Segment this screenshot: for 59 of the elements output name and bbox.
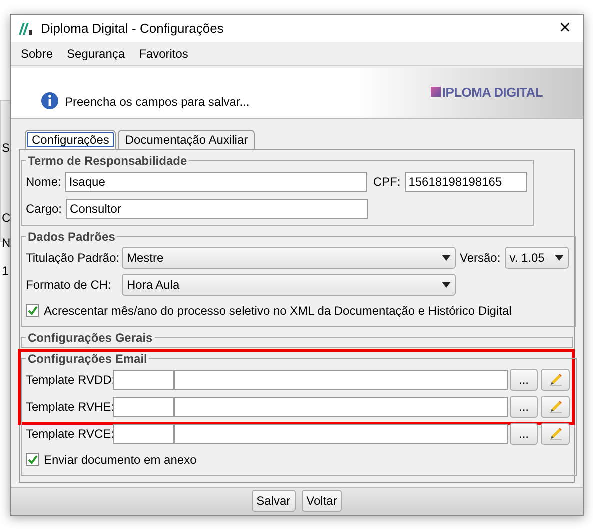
degree-dropdown[interactable]: Mestre — [122, 246, 456, 269]
pencil-icon — [548, 372, 562, 387]
checkbox-label: Enviar documento em anexo — [44, 452, 197, 467]
browse-button[interactable]: ... — [510, 422, 538, 445]
close-button[interactable]: × — [553, 17, 577, 40]
action-button[interactable]: Salvar — [252, 490, 296, 512]
info-message: Preencha os campos para salvar... — [65, 94, 251, 110]
background-text: 1 — [2, 264, 9, 278]
cpf-field[interactable]: 15618198198165 — [404, 172, 527, 192]
template-path-field[interactable] — [174, 370, 508, 390]
field-label: Titulação Padrão: — [26, 250, 118, 265]
caret-icon — [442, 254, 451, 261]
template-code-field[interactable] — [113, 424, 174, 444]
checkbox[interactable] — [26, 304, 39, 318]
edit-button[interactable] — [541, 422, 570, 445]
checkbox-label: Acrescentar mês/ano do processo seletivo no XML da Documentação e Histórico Digital — [44, 304, 512, 318]
field-label: Versão: — [460, 250, 501, 265]
field-label: Template RVCE: — [26, 426, 113, 441]
info-icon — [41, 92, 59, 110]
version-dropdown[interactable]: v. 1.05 — [504, 246, 569, 269]
window-title: Diploma Digital - Configurações — [41, 21, 225, 36]
group-title: Configurações Email — [27, 352, 148, 366]
tab[interactable]: Documentação Auxiliar — [118, 130, 256, 149]
field-label: Template RVHE: — [26, 400, 113, 414]
pencil-icon — [548, 400, 562, 414]
browse-button[interactable]: ... — [510, 368, 538, 391]
template-code-field[interactable] — [113, 396, 174, 417]
background-text: C — [2, 211, 11, 225]
menu-item[interactable]: Segurança — [67, 44, 126, 63]
template-path-field[interactable] — [174, 396, 508, 417]
background-text: S — [2, 141, 10, 155]
field-label: Cargo: — [26, 202, 62, 216]
field-label: Template RVDD: — [26, 372, 113, 387]
logo-mark-icon — [431, 87, 442, 98]
caret-icon — [442, 282, 451, 288]
group-title: Termo de Responsabilidade — [27, 154, 188, 168]
hours-format-dropdown[interactable]: Hora Aula — [122, 274, 456, 296]
template-code-field[interactable] — [113, 370, 174, 390]
browse-button[interactable]: ... — [510, 396, 538, 418]
app-logo-icon — [19, 22, 33, 35]
field-label: CPF: — [373, 174, 401, 189]
edit-button[interactable] — [541, 396, 570, 418]
menu-item[interactable]: Sobre — [21, 44, 54, 63]
caret-icon — [554, 254, 564, 261]
action-button[interactable]: Voltar — [302, 490, 342, 512]
field-label: Formato de CH: — [26, 278, 112, 292]
field-label: Nome: — [26, 174, 62, 189]
template-path-field[interactable] — [174, 424, 508, 444]
tab[interactable]: Configurações — [25, 130, 116, 149]
pencil-icon — [548, 426, 562, 441]
menu-item[interactable]: Favoritos — [139, 44, 188, 63]
checkbox[interactable] — [26, 453, 39, 466]
background-text: N — [2, 236, 11, 250]
name-field[interactable]: Isaque — [65, 172, 368, 192]
group-title: Dados Padrões — [27, 230, 116, 244]
group-title: Configurações Gerais — [27, 330, 154, 345]
role-field[interactable]: Consultor — [66, 198, 368, 219]
edit-button[interactable] — [541, 368, 570, 391]
brand-logo: IPLOMA DIGITAL — [442, 84, 543, 100]
